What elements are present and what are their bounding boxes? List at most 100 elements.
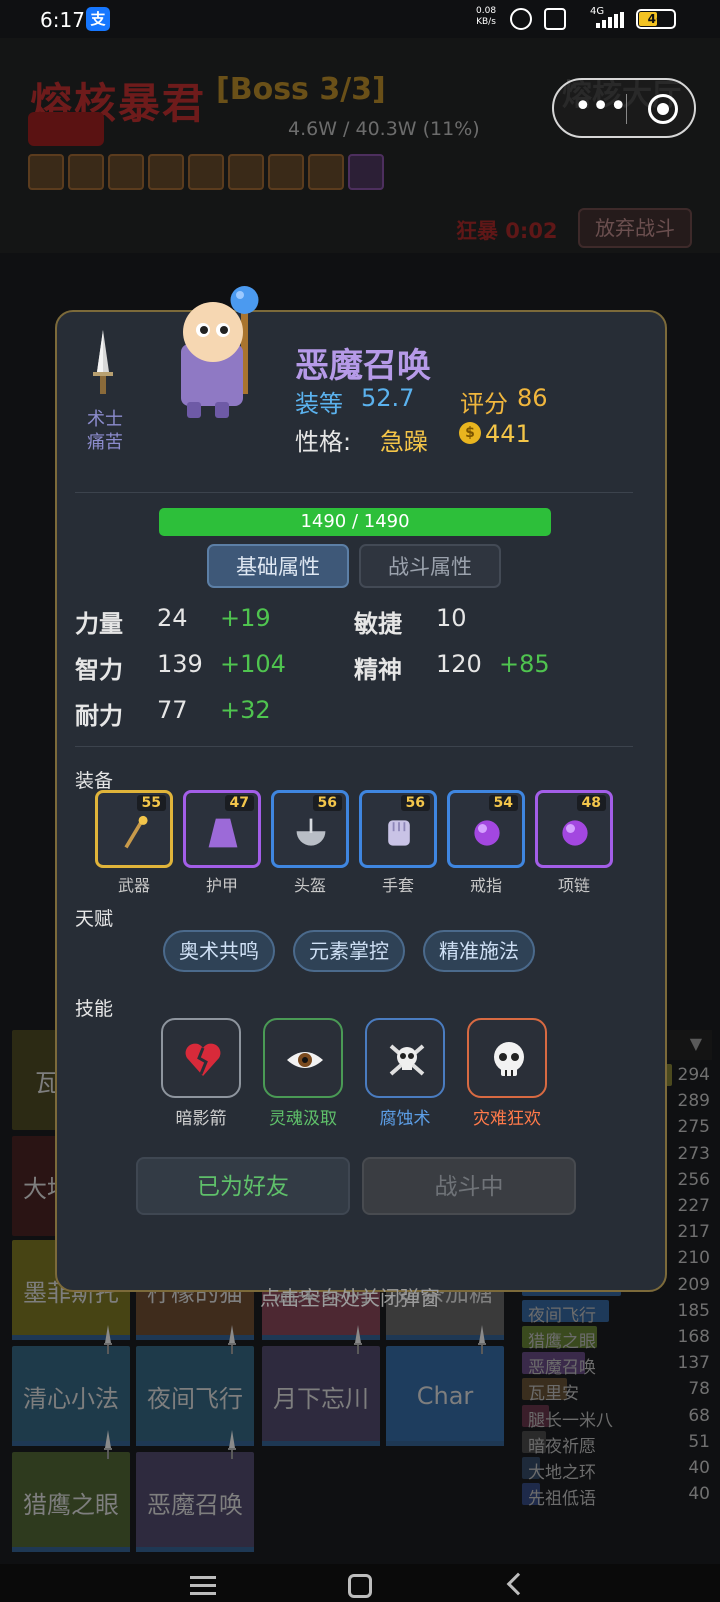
party-tile-name: 猎鹰之眼 bbox=[23, 1490, 119, 1519]
party-tile[interactable]: 月下忘川 bbox=[262, 1346, 380, 1446]
skull-icon bbox=[494, 1042, 524, 1076]
character-modal: 术士 痛苦 恶魔召唤 装等 52.7 评分 86 性格: 急躁 $ 441 14… bbox=[55, 286, 667, 1292]
in-battle-button[interactable]: 战斗中 bbox=[362, 1157, 576, 1215]
more-icon[interactable]: ••• bbox=[574, 88, 627, 128]
leaderboard-name: 大地之环 bbox=[528, 1463, 596, 1483]
dagger-icon bbox=[104, 1325, 112, 1354]
dagger-icon bbox=[104, 1430, 112, 1459]
stat-label: 敏捷 bbox=[354, 610, 402, 638]
item-level: 47 bbox=[224, 795, 254, 811]
dagger-icon bbox=[228, 1430, 236, 1459]
boss-hp-text: 4.6W / 40.3W (11%) bbox=[288, 118, 480, 140]
personality-label: 性格: bbox=[295, 428, 352, 456]
item-level: 56 bbox=[400, 795, 430, 811]
dagger-icon bbox=[354, 1325, 362, 1354]
status-time: 6:17 bbox=[40, 8, 85, 32]
stat-bonus: +32 bbox=[220, 696, 271, 724]
status-bar: 6:17 支 0.08 KB/s 4G 46 bbox=[0, 0, 720, 38]
equipment-slot[interactable]: 56 bbox=[359, 790, 437, 868]
avatar bbox=[181, 286, 259, 418]
broken-heart-icon bbox=[185, 1043, 221, 1076]
tab-basic-stats[interactable]: 基础属性 bbox=[207, 544, 349, 588]
party-tile[interactable]: 猎鹰之眼 bbox=[12, 1452, 130, 1552]
leaderboard-score: 294 bbox=[677, 1065, 710, 1085]
skull-crossbones-icon bbox=[389, 1044, 425, 1076]
equipment-slot[interactable]: 47 bbox=[183, 790, 261, 868]
equipment-slot[interactable]: 56 bbox=[271, 790, 349, 868]
gear-score-label: 装等 bbox=[295, 390, 343, 418]
leaderboard-name: 腿长一米八 bbox=[528, 1410, 613, 1431]
leaderboard-name: 暗夜祈愿 bbox=[528, 1436, 596, 1457]
leaderboard-name: 恶魔召唤 bbox=[528, 1358, 596, 1379]
stat-value: 24 bbox=[157, 604, 188, 632]
stat-bonus: +85 bbox=[499, 650, 550, 678]
equipment-slot-label: 护甲 bbox=[205, 876, 238, 895]
gear-score-value: 52.7 bbox=[361, 384, 415, 412]
talents-title: 天赋 bbox=[75, 908, 114, 930]
leaderboard-row: 暗夜祈愿 51 bbox=[522, 1430, 712, 1457]
party-tile-name: 月下忘川 bbox=[273, 1384, 369, 1413]
talent-chip[interactable]: 精准施法 bbox=[423, 930, 535, 972]
hp-bar: 1490 / 1490 bbox=[159, 508, 551, 536]
staff-icon bbox=[124, 815, 148, 849]
party-tile[interactable]: 恶魔召唤 bbox=[136, 1452, 254, 1552]
skill-slot[interactable] bbox=[467, 1018, 547, 1098]
close-miniprogram-icon[interactable] bbox=[648, 94, 678, 124]
leaderboard-row: 大地之环 40 bbox=[522, 1457, 712, 1483]
equipment-slot-label: 手套 bbox=[381, 876, 414, 895]
tab-combat-stats[interactable]: 战斗属性 bbox=[359, 544, 501, 588]
volcano-buff-icon bbox=[108, 154, 144, 190]
talent-chip[interactable]: 奥术共鸣 bbox=[163, 930, 275, 972]
item-level: 55 bbox=[136, 795, 166, 811]
talent-chip[interactable]: 元素掌控 bbox=[293, 930, 405, 972]
leaderboard-score: 168 bbox=[677, 1327, 710, 1347]
friend-button[interactable]: 已为好友 bbox=[136, 1157, 350, 1215]
give-up-button[interactable]: 放弃战斗 bbox=[578, 208, 692, 248]
leaderboard-row: 腿长一米八 68 bbox=[522, 1404, 712, 1431]
leaderboard-score: 256 bbox=[677, 1169, 710, 1190]
leaderboard-score: 51 bbox=[688, 1431, 710, 1452]
divider bbox=[75, 492, 633, 493]
helmet-icon bbox=[296, 818, 326, 846]
class-status: 术士 痛苦 bbox=[75, 408, 135, 454]
leaderboard-score: 227 bbox=[677, 1196, 710, 1216]
menu-nav-icon[interactable] bbox=[190, 1576, 216, 1596]
equipment-title: 装备 bbox=[75, 770, 114, 792]
dagger-icon bbox=[228, 1325, 236, 1354]
stat-label: 智力 bbox=[75, 656, 123, 684]
rage-timer: 狂暴 0:02 bbox=[456, 219, 558, 243]
coin-icon: $ bbox=[459, 422, 481, 444]
skill-label: 暗影箭 bbox=[175, 1109, 227, 1129]
equipment-slot[interactable]: 55 bbox=[95, 790, 173, 868]
skill-slot[interactable] bbox=[263, 1018, 343, 1098]
skill-label: 灾难狂欢 bbox=[473, 1109, 541, 1129]
skill-label: 腐蚀术 bbox=[379, 1109, 431, 1129]
leaderboard-score: 273 bbox=[677, 1143, 710, 1164]
skill-label: 灵魂汲取 bbox=[269, 1109, 337, 1129]
miniprogram-capsule: ••• bbox=[552, 78, 696, 138]
ring-orb-icon bbox=[474, 820, 500, 846]
alipay-icon: 支 bbox=[86, 7, 110, 31]
leaderboard-score: 40 bbox=[688, 1458, 710, 1478]
equipment-slot[interactable]: 54 bbox=[447, 790, 525, 868]
equipment-slot[interactable]: 48 bbox=[535, 790, 613, 868]
skill-slot[interactable] bbox=[365, 1018, 445, 1098]
equipment-slot-label: 头盔 bbox=[293, 876, 326, 895]
chevron-down-icon[interactable]: ▼ bbox=[690, 1034, 702, 1053]
skills-title: 技能 bbox=[75, 998, 114, 1020]
home-nav-icon[interactable] bbox=[348, 1574, 372, 1598]
diamond-buff-icon bbox=[308, 154, 344, 190]
network-speed: 0.08 KB/s bbox=[476, 6, 497, 27]
close-hint[interactable]: 点击空白处关闭弹窗 bbox=[260, 1282, 440, 1311]
leaderboard-name: 先祖低语 bbox=[528, 1489, 596, 1510]
leaderboard-score: 217 bbox=[677, 1222, 710, 1243]
gold-amount: 441 bbox=[485, 420, 531, 448]
stat-bonus: +19 bbox=[220, 604, 271, 632]
divider bbox=[75, 746, 633, 747]
leaderboard-score: 289 bbox=[677, 1091, 710, 1112]
party-tile-name: 恶魔召唤 bbox=[147, 1490, 243, 1519]
party-tile[interactable]: Char bbox=[386, 1346, 504, 1446]
score-value: 86 bbox=[517, 384, 548, 412]
skill-slot[interactable] bbox=[161, 1018, 241, 1098]
leaderboard-row: 先祖低语 40 bbox=[522, 1483, 712, 1509]
